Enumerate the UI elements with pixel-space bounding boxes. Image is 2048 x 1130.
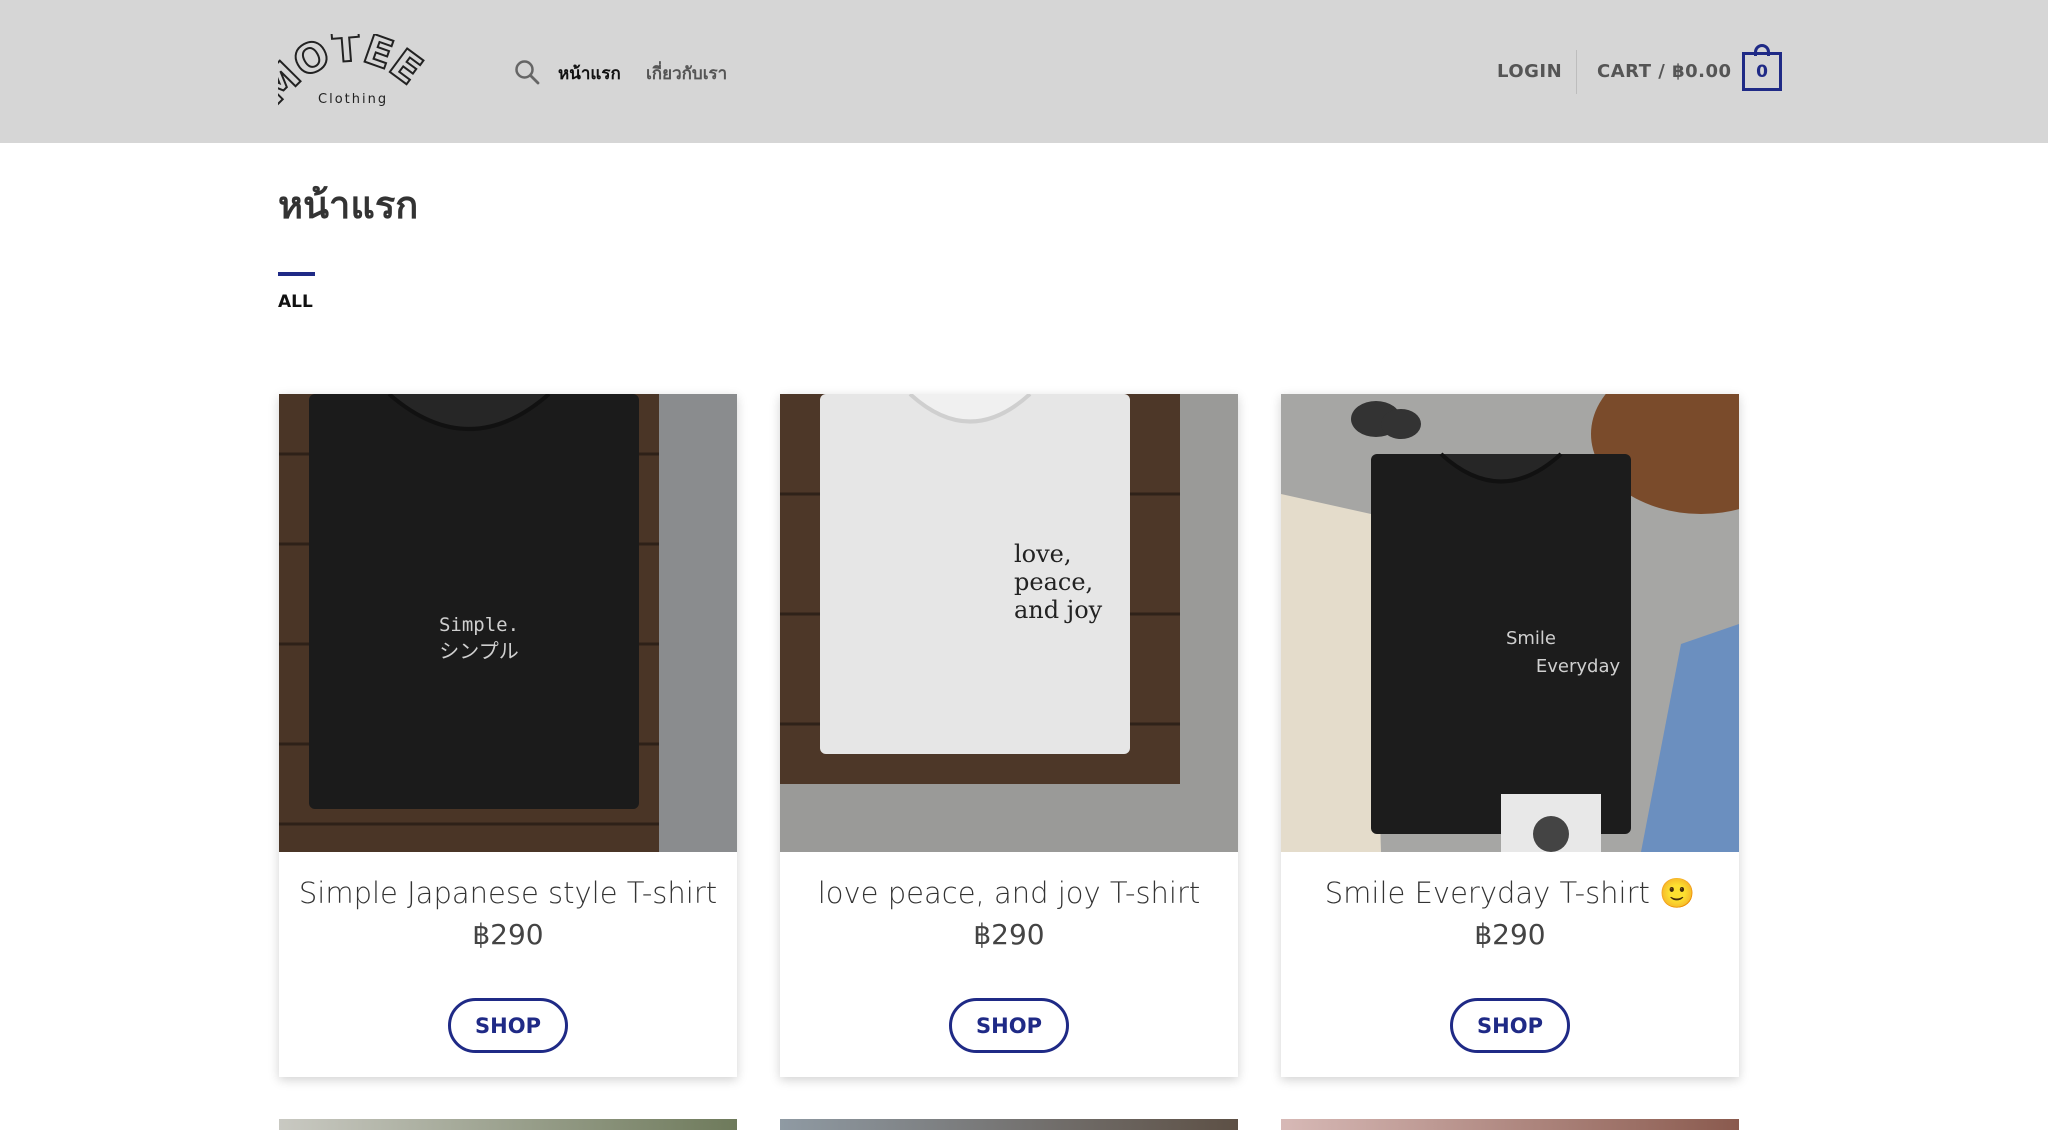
svg-text:love,: love, [1014, 540, 1072, 568]
filter-tab-all[interactable]: ALL [278, 292, 313, 312]
product-image[interactable]: Simple. シンプル [279, 394, 737, 852]
product-price: ฿290 [1474, 918, 1546, 951]
product-card: love, peace, and joy love peace, and joy… [780, 394, 1238, 1077]
shop-button[interactable]: SHOP [949, 998, 1069, 1053]
product-card: Smile Everyday Smile Everyday T-shirt 🙂 … [1281, 394, 1739, 1077]
product-name[interactable]: Simple Japanese style T-shirt [279, 876, 737, 910]
site-header: MOTEES Clothing หน้าแรก เกี่ยวกับเรา LOG… [0, 0, 2048, 143]
svg-text:Everyday: Everyday [1536, 656, 1621, 677]
product-card-partial[interactable] [279, 1119, 737, 1130]
cart-link[interactable]: CART / ฿0.00 [1597, 61, 1732, 82]
filter-active-indicator [278, 272, 315, 276]
product-card-partial[interactable] [1281, 1119, 1739, 1130]
search-icon[interactable] [514, 59, 540, 85]
product-image[interactable]: Smile Everyday [1281, 394, 1739, 852]
svg-text:peace,: peace, [1014, 568, 1093, 596]
product-price: ฿290 [472, 918, 544, 951]
brand-logo[interactable]: MOTEES Clothing [278, 34, 426, 114]
nav-home-link[interactable]: หน้าแรก [558, 60, 621, 87]
svg-text:Simple.: Simple. [439, 614, 519, 636]
nav-about-link[interactable]: เกี่ยวกับเรา [646, 60, 727, 87]
login-link[interactable]: LOGIN [1497, 61, 1562, 82]
logo-subtitle: Clothing [318, 92, 389, 107]
cart-count-badge: 0 [1742, 52, 1782, 91]
product-price: ฿290 [973, 918, 1045, 951]
svg-text:and joy: and joy [1014, 596, 1103, 624]
product-image[interactable]: love, peace, and joy [780, 394, 1238, 852]
shop-button[interactable]: SHOP [1450, 998, 1570, 1053]
header-divider [1576, 50, 1577, 94]
svg-text:シンプル: シンプル [439, 639, 518, 663]
shop-button[interactable]: SHOP [448, 998, 568, 1053]
product-name[interactable]: Smile Everyday T-shirt 🙂 [1281, 876, 1739, 911]
product-name[interactable]: love peace, and joy T-shirt [780, 876, 1238, 910]
page-title: หน้าแรก [278, 183, 419, 227]
product-card-partial[interactable] [780, 1119, 1238, 1130]
svg-text:Smile: Smile [1506, 628, 1556, 649]
cart-bag-icon[interactable]: 0 [1742, 44, 1782, 91]
product-card: Simple. シンプル Simple Japanese style T-shi… [279, 394, 737, 1077]
